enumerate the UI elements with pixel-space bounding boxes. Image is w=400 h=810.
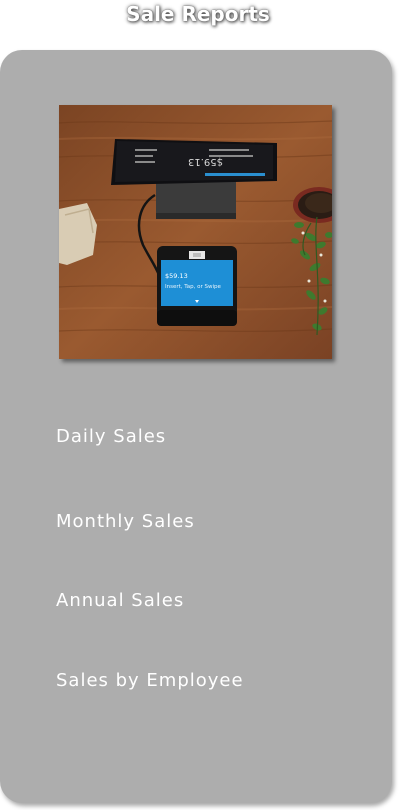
top-screen-amount: $59.13 <box>188 156 223 167</box>
terminal-amount: $59.13 <box>165 272 188 280</box>
monthly-sales-link[interactable]: Monthly Sales <box>56 511 195 532</box>
sales-by-employee-link[interactable]: Sales by Employee <box>56 670 244 691</box>
page-title: Sale Reports <box>126 2 270 26</box>
terminal-prompt: Insert, Tap, or Swipe <box>165 284 221 290</box>
annual-sales-link[interactable]: Annual Sales <box>56 590 184 611</box>
daily-sales-link[interactable]: Daily Sales <box>56 426 166 447</box>
reports-panel: $59.13 $59.13 Insert, Tap, or Swipe Dail… <box>0 50 392 803</box>
pos-terminal-photo: $59.13 $59.13 Insert, Tap, or Swipe <box>59 105 332 359</box>
